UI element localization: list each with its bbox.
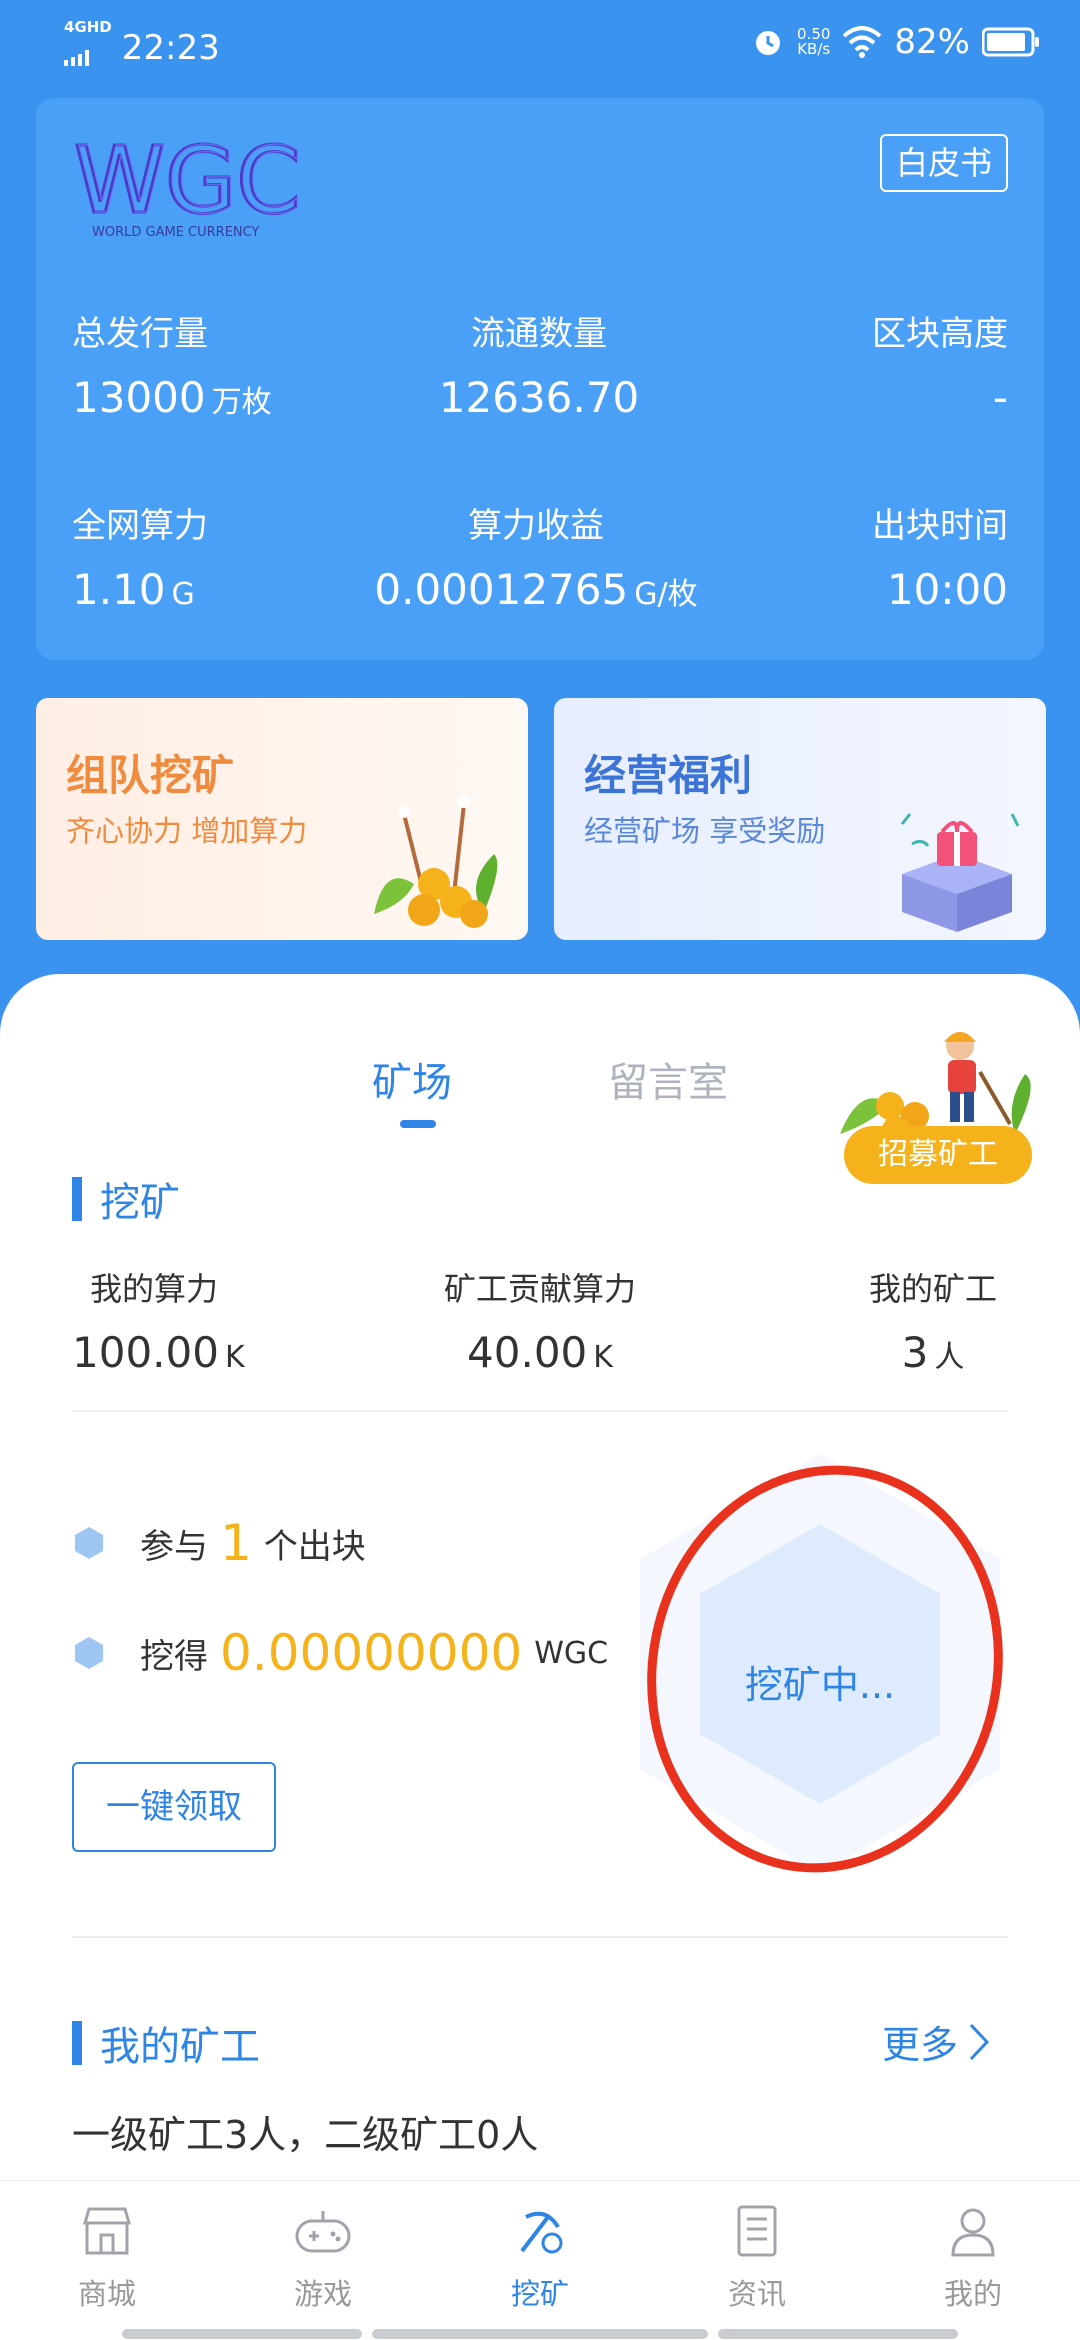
my-hashrate: 我的算力 100.00 K [72,1270,245,1377]
pickaxe-icon [520,2211,563,2254]
recruit-miner-button[interactable]: 招募矿工 [840,1024,1040,1184]
tab-indicator [400,1120,436,1128]
user-icon [951,2208,995,2257]
claim-all-button[interactable]: 一键领取 [72,1762,276,1852]
participate-row: 参与 1 个出块 [74,1514,366,1572]
stat-circulating: 流通数量 12636.70 [438,314,640,422]
miner-contributed-hashrate: 矿工贡献算力 40.00 K [443,1270,636,1377]
mining-panel: 矿场 留言室 招募矿工 挖矿 我的算力 100.00 K 矿工贡献算力 40.00… [0,974,1080,2234]
nav-mining[interactable]: 挖矿 [475,2203,605,2313]
network-indicator: 4GHD [64,20,112,75]
my-miners-count: 我的矿工 3人 [868,1270,997,1377]
nav-profile[interactable]: 我的 [908,2203,1038,2313]
my-miners-section-title: 我的矿工 [72,2014,260,2072]
team-mining-subtitle: 齐心协力 增加算力 [66,814,308,848]
recruit-miner-label: 招募矿工 [844,1126,1032,1184]
tab-mining-field[interactable]: 矿场 [372,1050,452,1108]
battery-icon [982,27,1039,57]
miner-summary: 一级矿工3人，二级矿工0人 [72,2113,539,2157]
section-marker [72,2021,82,2065]
signal-icon [64,50,89,66]
network-type: 4GHD [64,18,112,36]
chevron-right-icon [969,2023,990,2060]
business-welfare-title: 经营福利 [584,751,753,800]
mining-section-title: 挖矿 [72,1170,180,1228]
home-indicator [122,2329,362,2339]
divider [72,1936,1008,1938]
network-speed: 0.50 KB/s [797,27,830,57]
stat-network-hashrate: 全网算力 1.10 G [72,506,208,614]
business-welfare-card[interactable]: 经营福利 经营矿场 享受奖励 [554,698,1046,940]
speed-unit: KB/s [797,40,831,58]
tab-message-room[interactable]: 留言室 [608,1050,728,1108]
team-mining-card[interactable]: 组队挖矿 齐心协力 增加算力 [36,698,528,940]
divider [72,1410,1008,1412]
clock: 22:23 [121,27,220,68]
stat-block-time: 出块时间 10:00 [872,506,1008,614]
nav-store[interactable]: 商城 [42,2203,172,2313]
home-indicator [718,2329,958,2339]
whitepaper-button[interactable]: 白皮书 [879,134,1008,192]
business-welfare-subtitle: 经营矿场 享受奖励 [584,814,826,848]
store-icon [83,2207,131,2255]
coins-plant-icon [374,796,498,928]
nav-news[interactable]: 资讯 [692,2203,822,2313]
wgc-logo: WGC WGC WORLD GAME CURRENCY [74,132,303,240]
stat-total-supply: 总发行量 13000 万枚 [72,314,272,422]
team-mining-title: 组队挖矿 [66,751,235,800]
wifi-icon [843,26,882,58]
earned-row: 挖得 0.00000000 WGC [74,1624,608,1682]
hexagon-bullet-icon [75,1527,103,1559]
gift-box-icon [900,813,1020,932]
hexagon-bullet-icon [75,1637,103,1669]
alarm-icon [756,31,781,55]
stat-hash-yield: 算力收益 0.00012765 G/枚 [374,506,698,614]
gamepad-icon [295,2211,351,2253]
svg-text:WORLD GAME CURRENCY: WORLD GAME CURRENCY [92,225,259,240]
more-miners-link[interactable]: 更多 [882,2014,990,2069]
svg-text:WGC: WGC [76,132,303,234]
nav-games[interactable]: 游戏 [258,2203,388,2313]
section-marker [72,1177,82,1221]
news-icon [737,2205,777,2257]
bottom-nav: 商城 游戏 挖矿 资讯 我的 [0,2180,1080,2340]
mining-status-label: 挖矿中... [744,1663,896,1707]
battery-percent: 82% [894,22,970,62]
status-bar: 4GHD 22:23 0.50 KB/s 82% [0,0,1080,84]
home-indicator [372,2329,708,2339]
token-stats-card: WGC WGC WORLD GAME CURRENCY 白皮书 总发行量 130… [36,98,1044,660]
stat-block-height: 区块高度 - [872,314,1008,422]
